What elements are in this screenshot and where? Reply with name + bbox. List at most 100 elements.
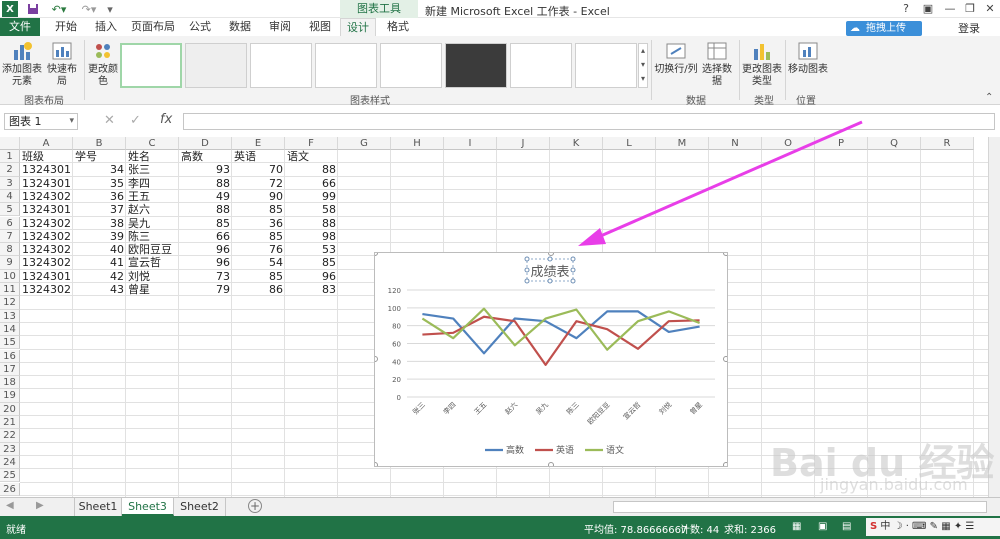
table-cell[interactable]: 96 — [179, 256, 232, 269]
table-cell[interactable]: 42 — [73, 270, 126, 283]
row-header[interactable]: 15 — [0, 336, 20, 350]
add-sheet-icon[interactable]: + — [248, 499, 262, 513]
page-layout-view-icon[interactable]: ▣ — [818, 521, 827, 532]
table-cell[interactable]: 79 — [179, 283, 232, 296]
table-cell[interactable]: 35 — [73, 177, 126, 190]
table-cell[interactable]: 刘悦 — [126, 270, 179, 283]
column-header[interactable]: R — [921, 137, 974, 150]
table-cell[interactable]: 37 — [73, 203, 126, 216]
chart-area[interactable]: 成绩表 0 20 40 60 80 100 120 张三 李四 王五 赵六 吴九 陈三 欧阳豆豆 宣云哲 刘悦曾… — [372, 250, 729, 468]
table-cell[interactable]: 曾星 — [126, 283, 179, 296]
table-cell[interactable]: 张三 — [126, 163, 179, 176]
table-cell[interactable]: 53 — [285, 243, 338, 256]
table-header-cell[interactable]: 学号 — [73, 150, 126, 163]
table-cell[interactable]: 66 — [285, 177, 338, 190]
column-header[interactable]: F — [285, 137, 338, 150]
chart-style-3[interactable] — [250, 43, 312, 88]
tab-home[interactable]: 开始 — [48, 18, 84, 36]
name-box[interactable]: 图表 1 ▾ — [4, 113, 78, 130]
table-cell[interactable]: 1324302 — [20, 217, 73, 230]
table-cell[interactable]: 66 — [179, 230, 232, 243]
column-header[interactable]: M — [656, 137, 709, 150]
chart-style-8[interactable] — [575, 43, 637, 88]
column-header[interactable]: P — [815, 137, 868, 150]
row-header[interactable]: 22 — [0, 429, 20, 443]
next-sheet-icon[interactable]: ▶ — [36, 500, 44, 511]
table-cell[interactable]: 88 — [285, 217, 338, 230]
row-header[interactable]: 7 — [0, 229, 20, 244]
table-cell[interactable]: 76 — [232, 243, 285, 256]
table-cell[interactable]: 73 — [179, 270, 232, 283]
row-header[interactable]: 25 — [0, 469, 20, 483]
customize-quick-access-icon[interactable]: ▾ — [104, 1, 116, 17]
table-header-cell[interactable]: 班级 — [20, 150, 73, 163]
restore-icon[interactable]: ❐ — [960, 1, 980, 17]
column-header[interactable]: O — [762, 137, 815, 150]
column-header[interactable]: L — [603, 137, 656, 150]
table-cell[interactable]: 吴九 — [126, 217, 179, 230]
table-cell[interactable]: 34 — [73, 163, 126, 176]
column-header[interactable]: Q — [868, 137, 921, 150]
tab-review[interactable]: 审阅 — [262, 18, 298, 36]
table-cell[interactable]: 1324302 — [20, 190, 73, 203]
row-header[interactable]: 5 — [0, 203, 20, 217]
table-cell[interactable]: 88 — [179, 177, 232, 190]
table-cell[interactable]: 85 — [232, 270, 285, 283]
select-all-corner[interactable] — [0, 137, 20, 150]
row-header[interactable]: 2 — [0, 163, 20, 177]
table-cell[interactable]: 38 — [73, 217, 126, 230]
login-link[interactable]: 登录 — [958, 20, 980, 36]
cancel-icon[interactable]: ✕ — [104, 113, 115, 128]
row-header[interactable]: 21 — [0, 416, 20, 430]
switch-row-column-button[interactable]: 切换行/列 — [654, 40, 698, 76]
row-header[interactable]: 17 — [0, 362, 20, 377]
select-data-button[interactable]: 选择数据 — [698, 40, 736, 88]
table-cell[interactable]: 85 — [232, 230, 285, 243]
sheet-tab-sheet3[interactable]: Sheet3 — [122, 498, 174, 516]
collapse-ribbon-icon[interactable]: ⌃ — [985, 92, 993, 103]
prev-sheet-icon[interactable]: ◀ — [6, 500, 14, 511]
row-header[interactable]: 8 — [0, 243, 20, 257]
move-chart-button[interactable]: 移动图表 — [788, 40, 828, 76]
enter-icon[interactable]: ✓ — [130, 113, 141, 128]
tab-file[interactable]: 文件 — [0, 18, 40, 36]
row-header[interactable]: 18 — [0, 376, 20, 390]
table-cell[interactable]: 李四 — [126, 177, 179, 190]
sheet-tab-sheet1[interactable]: Sheet1 — [74, 498, 122, 516]
table-cell[interactable]: 1324301 — [20, 177, 73, 190]
gallery-scroll[interactable]: ▴ ▾ ▾ — [638, 43, 648, 88]
redo-icon[interactable]: ↷▾ — [78, 1, 100, 17]
insert-function-icon[interactable]: fx — [160, 112, 172, 127]
table-header-cell[interactable]: 姓名 — [126, 150, 179, 163]
row-header[interactable]: 9 — [0, 256, 20, 270]
row-header[interactable]: 11 — [0, 283, 20, 297]
table-cell[interactable]: 宣云哲 — [126, 256, 179, 269]
table-header-cell[interactable]: 英语 — [232, 150, 285, 163]
table-cell[interactable]: 96 — [179, 243, 232, 256]
table-cell[interactable]: 90 — [232, 190, 285, 203]
tab-formulas[interactable]: 公式 — [182, 18, 218, 36]
table-cell[interactable]: 96 — [285, 270, 338, 283]
table-cell[interactable]: 70 — [232, 163, 285, 176]
ime-toolbar[interactable]: S 中 ☽ · ⌨ ✎ ▦ ✦ ☰ — [866, 518, 1000, 536]
minimize-icon[interactable]: — — [940, 1, 960, 17]
tab-view[interactable]: 视图 — [302, 18, 338, 36]
tab-design[interactable]: 设计 — [340, 18, 376, 36]
column-header[interactable]: E — [232, 137, 285, 150]
table-cell[interactable]: 85 — [285, 256, 338, 269]
upload-button[interactable]: ☁ 拖拽上传 — [846, 21, 922, 36]
table-cell[interactable]: 43 — [73, 283, 126, 296]
table-cell[interactable]: 85 — [179, 217, 232, 230]
table-cell[interactable]: 1324302 — [20, 283, 73, 296]
table-cell[interactable]: 72 — [232, 177, 285, 190]
chart-style-1[interactable] — [120, 43, 182, 88]
column-header[interactable]: C — [126, 137, 179, 150]
row-header[interactable]: 26 — [0, 482, 20, 496]
page-break-view-icon[interactable]: ▤ — [842, 521, 851, 532]
column-header[interactable]: K — [550, 137, 603, 150]
table-cell[interactable]: 39 — [73, 230, 126, 243]
table-header-cell[interactable]: 高数 — [179, 150, 232, 163]
table-cell[interactable]: 赵六 — [126, 203, 179, 216]
table-cell[interactable]: 88 — [179, 203, 232, 216]
column-header[interactable]: A — [20, 137, 73, 150]
